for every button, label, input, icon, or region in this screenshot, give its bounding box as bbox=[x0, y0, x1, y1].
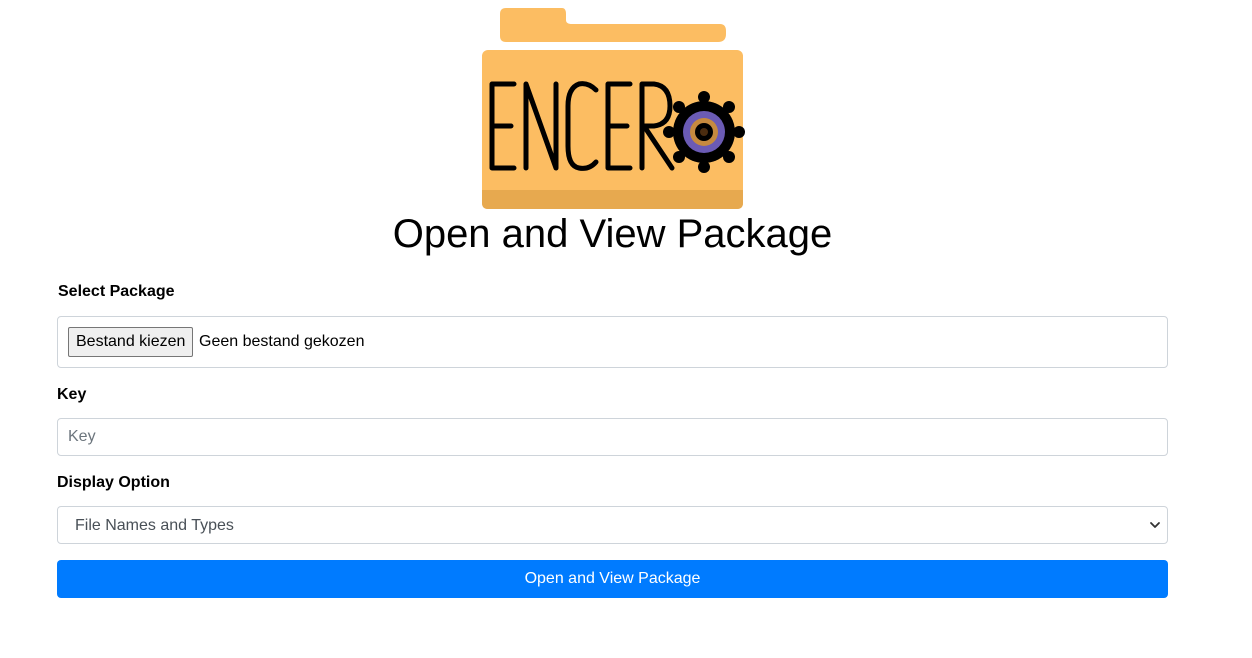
select-package-label: Select Package bbox=[58, 283, 175, 300]
key-input[interactable] bbox=[57, 418, 1168, 456]
file-status-text: Geen bestand gekozen bbox=[199, 333, 365, 350]
choose-file-button[interactable]: Bestand kiezen bbox=[68, 327, 194, 357]
open-and-view-package-button[interactable]: Open and View Package bbox=[57, 560, 1168, 598]
display-option-value: File Names and Types bbox=[75, 517, 234, 534]
package-file-input[interactable]: Bestand kiezen Geen bestand gekozen bbox=[57, 316, 1168, 368]
chevron-down-icon bbox=[1150, 522, 1160, 528]
key-label: Key bbox=[57, 386, 87, 403]
display-option-label: Display Option bbox=[57, 474, 170, 491]
page-title: Open and View Package bbox=[392, 212, 833, 256]
gear-icon bbox=[663, 91, 745, 173]
encero-logo bbox=[478, 6, 746, 212]
display-option-select[interactable]: File Names and Types bbox=[57, 506, 1168, 544]
folder-gear-logo-icon bbox=[482, 8, 745, 209]
